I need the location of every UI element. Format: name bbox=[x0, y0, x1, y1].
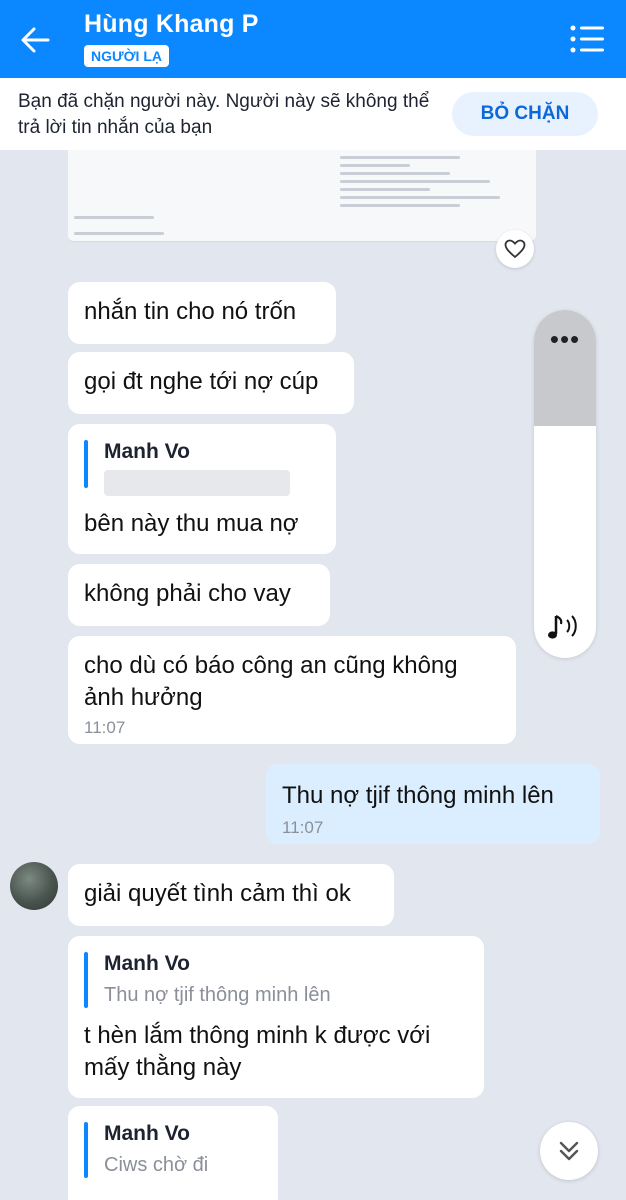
react-button[interactable] bbox=[496, 230, 534, 268]
media-widget[interactable]: ••• bbox=[534, 310, 596, 658]
blurred-quote-text bbox=[104, 470, 290, 496]
contact-name[interactable]: Hùng Khang P bbox=[84, 10, 259, 39]
blocked-notice: Bạn đã chặn người này. Người này sẽ khôn… bbox=[18, 91, 430, 138]
message-text: gọi đt nghe tới nợ cúp bbox=[84, 368, 319, 395]
arrow-left-icon bbox=[21, 27, 50, 53]
message-time: 11:07 bbox=[282, 818, 324, 837]
message-bubble[interactable]: Manh Vo Ciws chờ đi bbox=[68, 1106, 278, 1200]
quote-text: Thu nợ tjif thông minh lên bbox=[104, 984, 331, 1006]
sender-avatar[interactable] bbox=[10, 862, 58, 910]
shared-screenshot-image[interactable] bbox=[68, 150, 536, 242]
music-sound-icon bbox=[548, 615, 577, 639]
stranger-badge: NGƯỜI LẠ bbox=[84, 45, 169, 67]
message-text: không phải cho vay bbox=[84, 580, 291, 607]
quote-author: Manh Vo bbox=[104, 1122, 190, 1145]
message-text: nhắn tin cho nó trốn bbox=[84, 298, 297, 325]
message-text: Thu nợ tjif thông minh lên bbox=[282, 782, 554, 809]
chat-header: Hùng Khang P NGƯỜI LẠ bbox=[0, 0, 626, 78]
menu-button[interactable] bbox=[566, 22, 608, 56]
message-bubble[interactable]: gọi đt nghe tới nợ cúp bbox=[68, 352, 354, 414]
double-chevron-down-icon bbox=[559, 1141, 579, 1161]
message-bubble[interactable]: Manh Vo bên này thu mua nợ bbox=[68, 424, 336, 554]
quote-bar bbox=[84, 440, 88, 488]
quote-bar bbox=[84, 1122, 88, 1178]
message-text-line: t hèn lắm thông minh k được với bbox=[84, 1022, 431, 1049]
scroll-to-bottom-button[interactable] bbox=[540, 1122, 598, 1180]
message-bubble[interactable]: cho dù có báo công an cũng không ảnh hưở… bbox=[68, 636, 516, 744]
sound-button[interactable] bbox=[546, 610, 584, 644]
message-bubble[interactable]: giải quyết tình cảm thì ok bbox=[68, 864, 394, 926]
list-menu-icon bbox=[570, 25, 604, 53]
message-bubble[interactable]: Manh Vo Thu nợ tjif thông minh lên t hèn… bbox=[68, 936, 484, 1098]
quote-text: Ciws chờ đi bbox=[104, 1154, 209, 1176]
sent-message-bubble[interactable]: Thu nợ tjif thông minh lên 11:07 bbox=[266, 764, 600, 844]
message-bubble[interactable]: nhắn tin cho nó trốn bbox=[68, 282, 336, 344]
back-button[interactable] bbox=[14, 18, 58, 62]
message-bubble[interactable]: không phải cho vay bbox=[68, 564, 330, 626]
unblock-button[interactable]: BỎ CHẶN bbox=[452, 92, 598, 136]
message-text: bên này thu mua nợ bbox=[84, 510, 299, 537]
quote-bar bbox=[84, 952, 88, 1008]
message-text-line: ảnh hưởng bbox=[84, 684, 203, 711]
message-text-line: cho dù có báo công an cũng không bbox=[84, 652, 458, 679]
quote-author: Manh Vo bbox=[104, 440, 190, 463]
more-dots-icon[interactable]: ••• bbox=[534, 326, 596, 352]
quote-author: Manh Vo bbox=[104, 952, 190, 975]
message-time: 11:07 bbox=[84, 718, 126, 737]
message-text: giải quyết tình cảm thì ok bbox=[84, 880, 351, 907]
blocked-banner: Bạn đã chặn người này. Người này sẽ khôn… bbox=[0, 78, 626, 150]
heart-icon bbox=[504, 239, 526, 259]
message-text-line: mấy thằng này bbox=[84, 1054, 242, 1081]
